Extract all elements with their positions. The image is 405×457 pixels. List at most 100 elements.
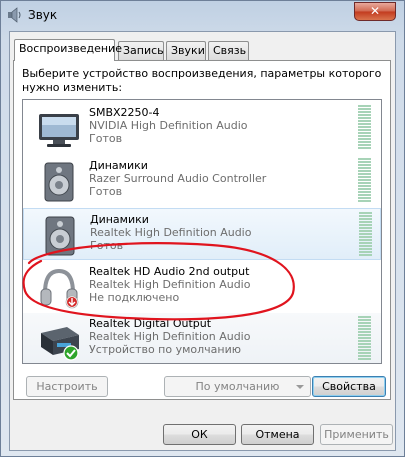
device-status: Готов <box>89 185 123 198</box>
apply-button[interactable]: Применить <box>320 424 393 445</box>
meter-segment <box>358 141 371 143</box>
meter-segment <box>358 328 371 330</box>
device-item-selected[interactable]: Динамики Realtek High Definition Audio Г… <box>23 208 381 260</box>
title-bar[interactable]: Звук ✕ <box>1 1 404 31</box>
meter-segment <box>358 170 371 172</box>
meter-segment <box>358 334 371 336</box>
device-item[interactable]: Динамики Razer Surround Audio Controller… <box>23 155 381 207</box>
meter-segment <box>358 319 371 321</box>
meter-segment <box>358 158 371 160</box>
device-driver: Realtek High Definition Audio <box>90 226 252 239</box>
device-status: Готов <box>90 239 124 252</box>
meter-segment <box>358 144 371 146</box>
headphones-icon <box>40 268 79 309</box>
device-name: Динамики <box>89 159 148 172</box>
tab-sounds[interactable]: Звуки <box>166 41 206 60</box>
meter-segment <box>358 135 371 137</box>
meter-segment <box>358 191 371 193</box>
green-check-icon <box>63 345 79 361</box>
meter-segment <box>358 123 371 125</box>
meter-segment <box>358 147 371 149</box>
meter-segment <box>358 346 371 348</box>
meter-segment <box>359 254 372 256</box>
meter-segment <box>359 245 372 247</box>
meter-segment <box>358 331 371 333</box>
meter-segment <box>359 221 372 223</box>
meter-segment <box>359 242 372 244</box>
set-default-dropdown[interactable]: По умолчанию <box>164 376 311 397</box>
device-name: SMBX2250-4 <box>89 106 160 119</box>
meter-segment <box>359 233 372 235</box>
meter-segment <box>358 355 371 357</box>
meter-segment <box>358 188 371 190</box>
meter-segment <box>358 185 371 187</box>
device-name: Realtek HD Audio 2nd output <box>89 265 250 278</box>
device-driver: Realtek High Definition Audio <box>89 330 251 343</box>
device-list[interactable]: SMBX2250-4 NVIDIA High Definition Audio … <box>22 99 382 364</box>
meter-segment <box>358 176 371 178</box>
device-name: Realtek Digital Output <box>89 317 212 330</box>
meter-segment <box>359 239 372 241</box>
meter-segment <box>358 126 371 128</box>
device-driver: Realtek High Definition Audio <box>89 278 251 291</box>
meter-segment <box>358 129 371 131</box>
device-item[interactable]: Realtek HD Audio 2nd output Realtek High… <box>23 261 381 313</box>
volume-meter <box>358 316 371 362</box>
window-title: Звук <box>28 8 58 22</box>
meter-segment <box>358 322 371 324</box>
properties-button[interactable]: Свойства <box>312 376 386 397</box>
device-driver: NVIDIA High Definition Audio <box>89 119 248 132</box>
dialog-client-area: Воспроизведение Запись Звуки Связь Выбер… <box>9 31 396 451</box>
device-name: Динамики <box>90 213 149 226</box>
meter-segment <box>358 117 371 119</box>
meter-segment <box>358 138 371 140</box>
meter-segment <box>359 227 372 229</box>
meter-segment <box>358 194 371 196</box>
playback-panel: Выберите устройство воспроизведения, пар… <box>13 60 391 400</box>
tab-communications[interactable]: Связь <box>208 41 249 60</box>
volume-meter <box>358 105 371 151</box>
tab-playback[interactable]: Воспроизведение <box>14 39 122 61</box>
meter-segment <box>358 161 371 163</box>
set-default-label: По умолчанию <box>195 380 280 393</box>
meter-segment <box>359 248 372 250</box>
meter-segment <box>358 173 371 175</box>
digital-output-icon <box>41 327 79 361</box>
meter-segment <box>358 200 371 202</box>
meter-segment <box>358 179 371 181</box>
tab-recording[interactable]: Запись <box>118 41 164 60</box>
chevron-down-icon <box>296 385 304 389</box>
device-item[interactable]: SMBX2250-4 NVIDIA High Definition Audio … <box>23 102 381 154</box>
device-driver: Razer Surround Audio Controller <box>89 172 267 185</box>
meter-segment <box>358 316 371 318</box>
device-status: Готов <box>89 132 123 145</box>
close-button[interactable]: ✕ <box>354 2 396 21</box>
meter-segment <box>358 167 371 169</box>
meter-segment <box>359 218 372 220</box>
sound-dialog-window: Звук ✕ Воспроизведение Запись Звуки Связ… <box>0 0 405 457</box>
meter-segment <box>358 197 371 199</box>
meter-segment <box>358 349 371 351</box>
meter-segment <box>358 358 371 360</box>
meter-segment <box>358 182 371 184</box>
meter-segment <box>359 224 372 226</box>
volume-meter <box>359 212 372 258</box>
volume-meter <box>358 158 371 204</box>
device-status: Устройство по умолчанию <box>89 343 242 356</box>
meter-segment <box>358 164 371 166</box>
device-status: Не подключено <box>89 291 180 304</box>
ok-button[interactable]: ОК <box>163 424 236 445</box>
meter-segment <box>358 352 371 354</box>
meter-segment <box>358 325 371 327</box>
configure-button[interactable]: Настроить <box>26 376 108 397</box>
meter-segment <box>358 114 371 116</box>
cancel-button[interactable]: Отмена <box>241 424 314 445</box>
meter-segment <box>359 215 372 217</box>
meter-segment <box>358 108 371 110</box>
speaker-icon <box>44 162 74 202</box>
monitor-icon <box>39 114 79 147</box>
speaker-icon <box>45 216 75 256</box>
meter-segment <box>358 111 371 113</box>
device-item[interactable]: Realtek Digital Output Realtek High Defi… <box>23 313 381 363</box>
meter-segment <box>358 120 371 122</box>
